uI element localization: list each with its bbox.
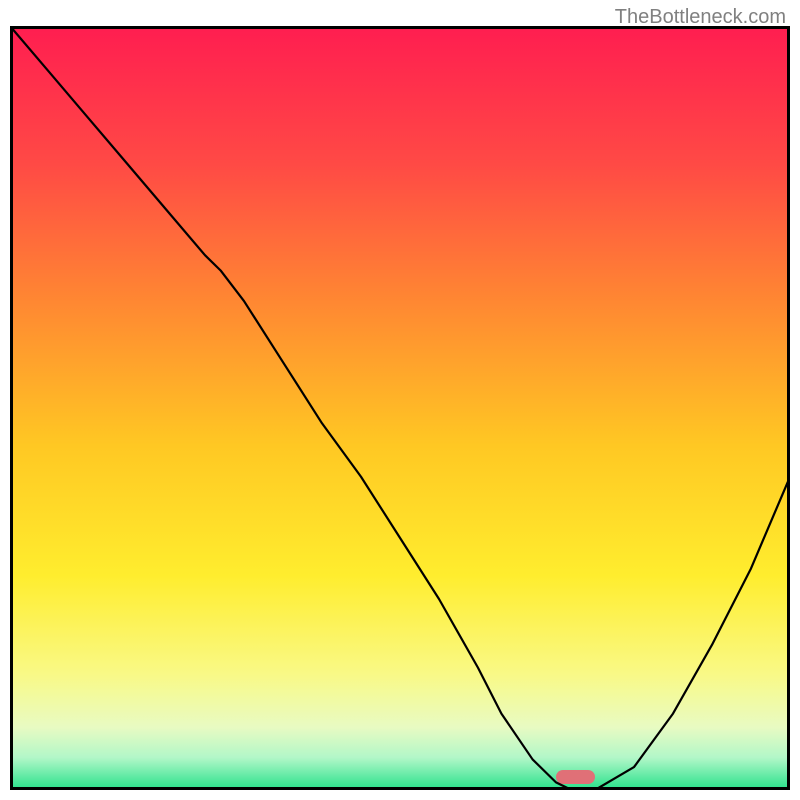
chart-svg <box>10 26 790 790</box>
chart-background <box>12 28 788 788</box>
bottleneck-chart <box>10 26 790 790</box>
optimal-marker <box>556 770 595 784</box>
